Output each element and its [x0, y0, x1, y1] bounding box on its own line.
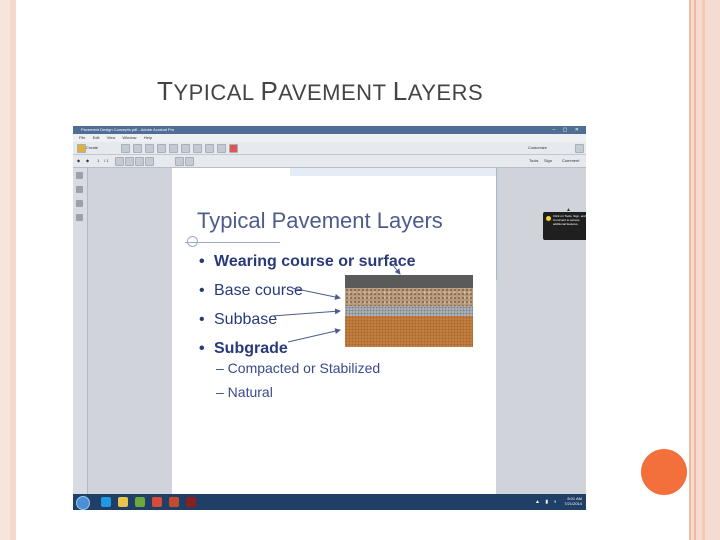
explorer-icon[interactable]: [118, 497, 128, 507]
pdf-icon[interactable]: [229, 144, 238, 153]
lightbulb-icon: [546, 216, 551, 221]
embedded-screenshot: Pavement Design Concepts.pdf - Adobe Acr…: [73, 126, 586, 510]
tray-icons[interactable]: ▲ ▮ ◖: [535, 499, 559, 505]
subgrade-arrow: [287, 328, 341, 343]
document-workspace: Typical Pavement Layers • Wearing course …: [88, 168, 586, 494]
fit-page-icon[interactable]: [175, 157, 184, 166]
zoom-out-icon[interactable]: [135, 157, 144, 166]
fit-width-icon[interactable]: [185, 157, 194, 166]
pdf-page: Typical Pavement Layers • Wearing course …: [172, 168, 497, 494]
subbase-arrow: [271, 308, 341, 317]
base-arrow: [291, 287, 341, 300]
wearing-arrow: [391, 263, 401, 275]
hand-icon[interactable]: [125, 157, 134, 166]
save-icon[interactable]: [133, 144, 142, 153]
acrobat-icon[interactable]: [186, 497, 196, 507]
ie-icon[interactable]: [101, 497, 111, 507]
sign-tab[interactable]: Sign: [544, 155, 552, 167]
share-icon[interactable]: [205, 144, 214, 153]
next-page-icon[interactable]: ◆: [86, 157, 89, 165]
attachments-icon[interactable]: [76, 214, 83, 221]
main-toolbar: Create Customize: [73, 142, 586, 155]
sign-icon[interactable]: [193, 144, 202, 153]
title-initial: L: [392, 76, 408, 106]
prev-page-icon[interactable]: ◆: [77, 157, 80, 165]
window-controls[interactable]: – ▢ ✕: [553, 127, 582, 133]
decorative-circle: [641, 449, 687, 495]
signatures-icon[interactable]: [76, 200, 83, 207]
title-part: YPICAL: [173, 80, 261, 105]
slide-title: TYPICAL PAVEMENT LAYERS: [157, 76, 483, 107]
slide-frame-line: [694, 0, 696, 540]
page-number[interactable]: 1: [97, 157, 99, 165]
comment-tab[interactable]: Comment: [562, 155, 579, 167]
zoom-in-icon[interactable]: [145, 157, 154, 166]
slide-frame-left: [0, 0, 16, 540]
menu-bar: File Edit View Window Help: [73, 134, 586, 142]
print-icon[interactable]: [145, 144, 154, 153]
bookmarks-icon[interactable]: [76, 186, 83, 193]
title-part: AYERS: [407, 80, 484, 105]
email-icon[interactable]: [157, 144, 166, 153]
tools-tab[interactable]: Tools: [529, 155, 538, 167]
menu-help[interactable]: Help: [144, 134, 152, 142]
system-clock[interactable]: 8:01 AM 7/21/2014: [564, 496, 582, 506]
features-tooltip[interactable]: Click on Tools, Sign, and Comment to acc…: [543, 212, 586, 240]
menu-view[interactable]: View: [107, 134, 116, 142]
menu-edit[interactable]: Edit: [93, 134, 100, 142]
title-part: AVEMENT: [278, 80, 393, 105]
slide-frame-line: [702, 0, 705, 540]
comment-icon[interactable]: [181, 144, 190, 153]
customize-button[interactable]: Customize: [528, 144, 547, 152]
page-rule: [496, 168, 497, 280]
title-initial: P: [260, 76, 279, 106]
create-icon[interactable]: [77, 144, 86, 153]
create-button[interactable]: Create: [86, 144, 98, 152]
title-initial: T: [157, 76, 174, 106]
settings-icon[interactable]: [169, 144, 178, 153]
navigation-panel: [73, 168, 88, 494]
page-thumbnails-icon[interactable]: [76, 172, 83, 179]
start-button[interactable]: [76, 496, 90, 510]
window-titlebar: Pavement Design Concepts.pdf - Adobe Acr…: [73, 126, 586, 134]
clock-date: 7/21/2014: [564, 501, 582, 506]
expand-icon[interactable]: [575, 144, 584, 153]
windows-taskbar: ▲ ▮ ◖ 8:01 AM 7/21/2014: [73, 494, 586, 510]
window-title: Pavement Design Concepts.pdf - Adobe Acr…: [81, 127, 175, 132]
select-icon[interactable]: [115, 157, 124, 166]
navigation-toolbar: ◆ ◆ 1 / 1 56.6% Tools Sign Comment: [73, 155, 586, 195]
slide-frame-line: [689, 0, 691, 540]
chrome-icon[interactable]: [152, 497, 162, 507]
menu-file[interactable]: File: [79, 134, 85, 142]
powerpoint-icon[interactable]: [169, 497, 179, 507]
media-icon[interactable]: [135, 497, 145, 507]
layer-arrows: [271, 263, 401, 343]
tooltip-text: Click on Tools, Sign, and Comment to acc…: [553, 214, 586, 226]
review-icon[interactable]: [217, 144, 226, 153]
open-icon[interactable]: [121, 144, 130, 153]
menu-window[interactable]: Window: [122, 134, 136, 142]
page-total: / 1: [104, 158, 109, 163]
